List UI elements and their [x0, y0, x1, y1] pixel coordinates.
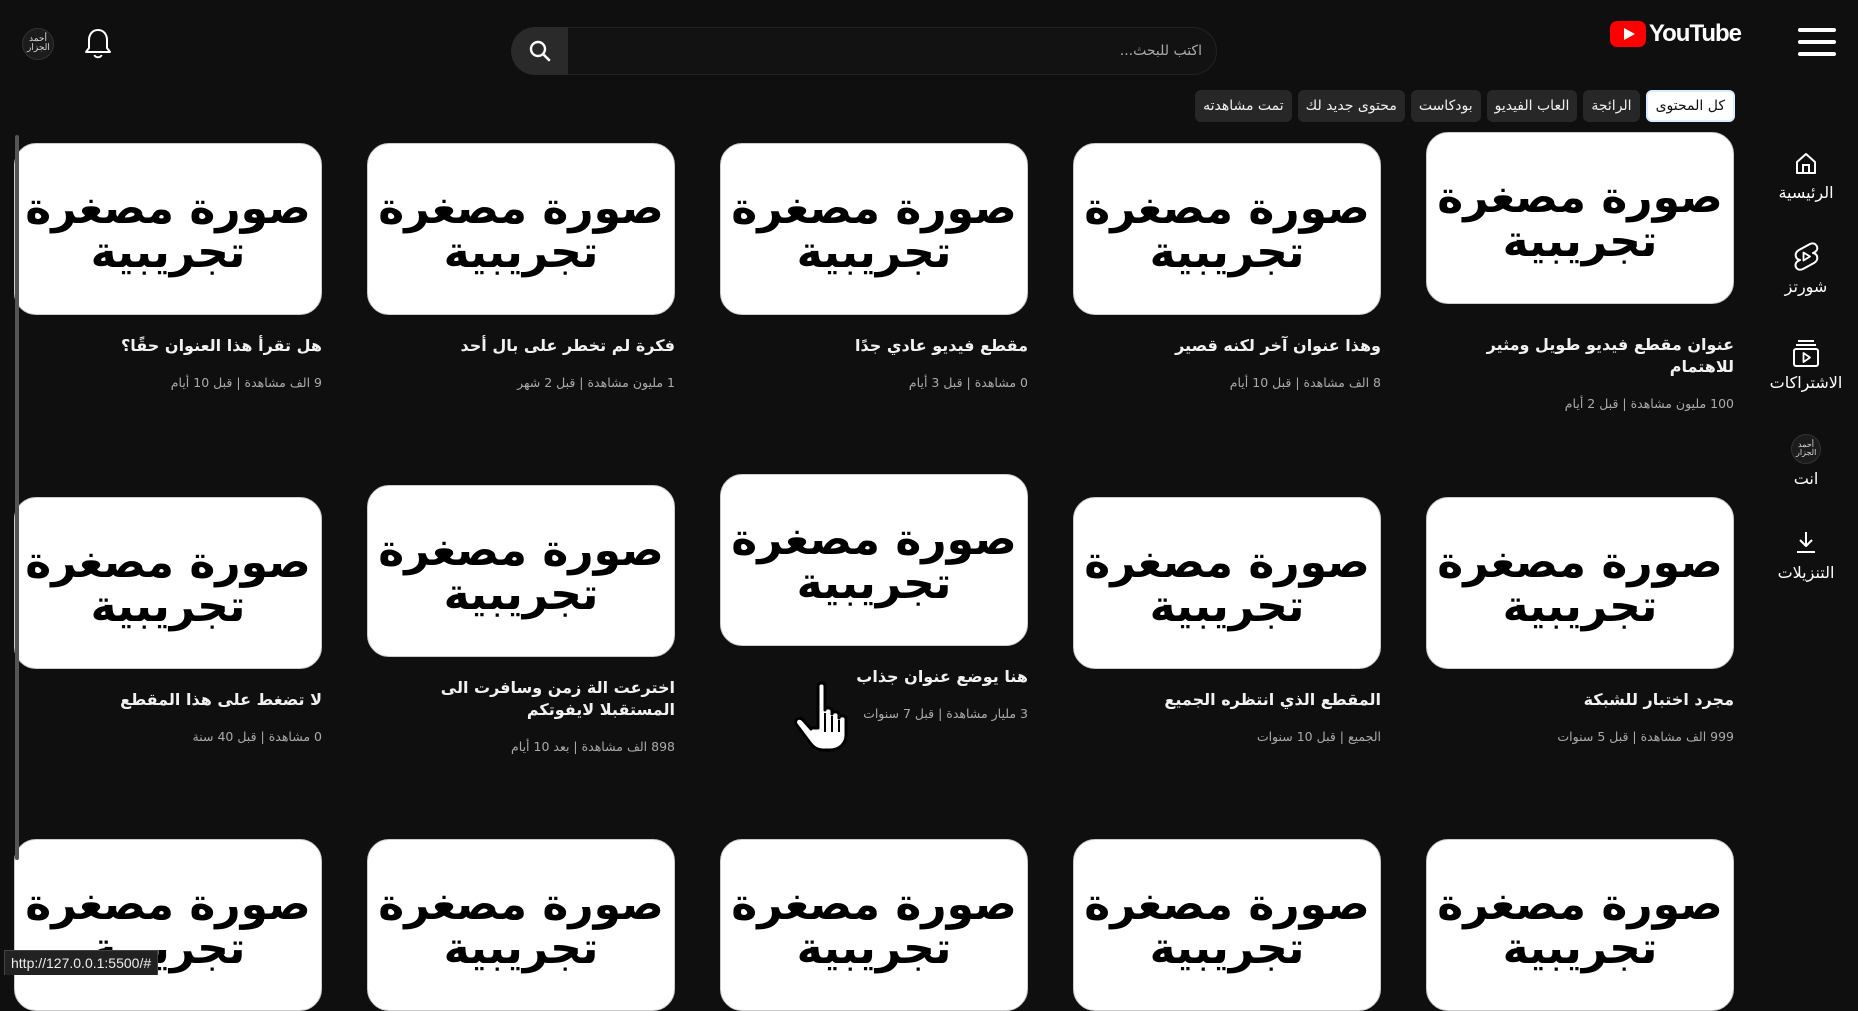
- video-title[interactable]: اخترعت الة زمن وسافرت الى المستقبلا لايف…: [367, 677, 675, 721]
- video-meta: 0 مشاهدة | قبل 40 سنة: [192, 729, 322, 744]
- video-card[interactable]: صورة مصغرة تجريبية وهذا عنوان آخر لكنه ق…: [1073, 143, 1381, 390]
- video-title[interactable]: مجرد اختبار للشبكة: [1426, 689, 1734, 711]
- video-meta: 898 الف مشاهدة | بعد 10 أيام: [511, 739, 675, 754]
- status-bar-url: http://127.0.0.1:5500/#: [4, 950, 159, 975]
- video-card[interactable]: صورة مصغرة تجريبية مجرد اختبار للشبكة 99…: [1426, 497, 1734, 744]
- video-title[interactable]: هل تقرأ هذا العنوان حقًا؟: [14, 335, 322, 357]
- video-card[interactable]: صورة مصغرة تجريبية هل تقرأ هذا العنوان ح…: [14, 143, 322, 390]
- video-title[interactable]: فكرة لم تخطر على بال أحد: [367, 335, 675, 357]
- video-card[interactable]: صورة مصغرة تجريبية: [720, 839, 1028, 1011]
- video-thumbnail[interactable]: صورة مصغرة تجريبية: [1073, 839, 1381, 1011]
- video-thumbnail[interactable]: صورة مصغرة تجريبية: [720, 143, 1028, 315]
- video-card[interactable]: صورة مصغرة تجريبية اخترعت الة زمن وسافرت…: [367, 485, 675, 754]
- video-card[interactable]: صورة مصغرة تجريبية: [14, 839, 322, 1011]
- video-thumbnail[interactable]: صورة مصغرة تجريبية: [1426, 839, 1734, 1011]
- video-meta: 999 الف مشاهدة | قبل 5 سنوات: [1557, 729, 1734, 744]
- video-card[interactable]: صورة مصغرة تجريبية هنا يوضع عنوان جذاب 3…: [720, 474, 1028, 721]
- video-card[interactable]: صورة مصغرة تجريبية: [1073, 839, 1381, 1011]
- video-title[interactable]: عنوان مقطع فيديو طويل ومثير للاهتمام: [1426, 334, 1734, 378]
- video-title[interactable]: لا تضغط على هذا المقطع: [14, 689, 322, 711]
- video-thumbnail[interactable]: صورة مصغرة تجريبية: [1426, 497, 1734, 669]
- video-thumbnail[interactable]: صورة مصغرة تجريبية: [1073, 497, 1381, 669]
- video-meta: 8 الف مشاهدة | قبل 10 أيام: [1229, 375, 1381, 390]
- video-title[interactable]: وهذا عنوان آخر لكنه قصير: [1073, 335, 1381, 357]
- video-meta: 0 مشاهدة | قبل 3 أيام: [908, 375, 1028, 390]
- video-card[interactable]: صورة مصغرة تجريبية فكرة لم تخطر على بال …: [367, 143, 675, 390]
- video-title[interactable]: مقطع فيديو عادي جدًا: [720, 335, 1028, 357]
- video-meta: الجميع | قبل 10 سنوات: [1256, 729, 1381, 744]
- video-card[interactable]: صورة مصغرة تجريبية المقطع الذي انتظره ال…: [1073, 497, 1381, 744]
- video-thumbnail[interactable]: صورة مصغرة تجريبية: [14, 839, 322, 1011]
- video-meta: 3 مليار مشاهدة | قبل 7 سنوات: [863, 706, 1028, 721]
- video-thumbnail[interactable]: صورة مصغرة تجريبية: [720, 474, 1028, 646]
- video-thumbnail[interactable]: صورة مصغرة تجريبية: [720, 839, 1028, 1011]
- scrollbar[interactable]: [15, 135, 19, 860]
- video-thumbnail[interactable]: صورة مصغرة تجريبية: [14, 497, 322, 669]
- video-title[interactable]: المقطع الذي انتظره الجميع: [1073, 689, 1381, 711]
- video-meta: 9 الف مشاهدة | قبل 10 أيام: [170, 375, 322, 390]
- video-meta: 100 مليون مشاهدة | قبل 2 أيام: [1564, 396, 1734, 411]
- video-thumbnail[interactable]: صورة مصغرة تجريبية: [367, 143, 675, 315]
- video-thumbnail[interactable]: صورة مصغرة تجريبية: [367, 485, 675, 657]
- video-thumbnail[interactable]: صورة مصغرة تجريبية: [1426, 132, 1734, 304]
- hand-cursor-icon: [794, 681, 848, 752]
- video-meta: 1 مليون مشاهدة | قبل 2 شهر: [517, 375, 675, 390]
- video-card[interactable]: صورة مصغرة تجريبية لا تضغط على هذا المقط…: [14, 497, 322, 744]
- video-card[interactable]: صورة مصغرة تجريبية مقطع فيديو عادي جدًا …: [720, 143, 1028, 390]
- video-grid: صورة مصغرة تجريبية عنوان مقطع فيديو طويل…: [0, 0, 1858, 1011]
- video-card[interactable]: صورة مصغرة تجريبية: [1426, 839, 1734, 1011]
- video-thumbnail[interactable]: صورة مصغرة تجريبية: [1073, 143, 1381, 315]
- video-card[interactable]: صورة مصغرة تجريبية: [367, 839, 675, 1011]
- video-card[interactable]: صورة مصغرة تجريبية عنوان مقطع فيديو طويل…: [1426, 132, 1734, 411]
- video-title[interactable]: هنا يوضع عنوان جذاب: [720, 666, 1028, 688]
- video-thumbnail[interactable]: صورة مصغرة تجريبية: [367, 839, 675, 1011]
- video-thumbnail[interactable]: صورة مصغرة تجريبية: [14, 143, 322, 315]
